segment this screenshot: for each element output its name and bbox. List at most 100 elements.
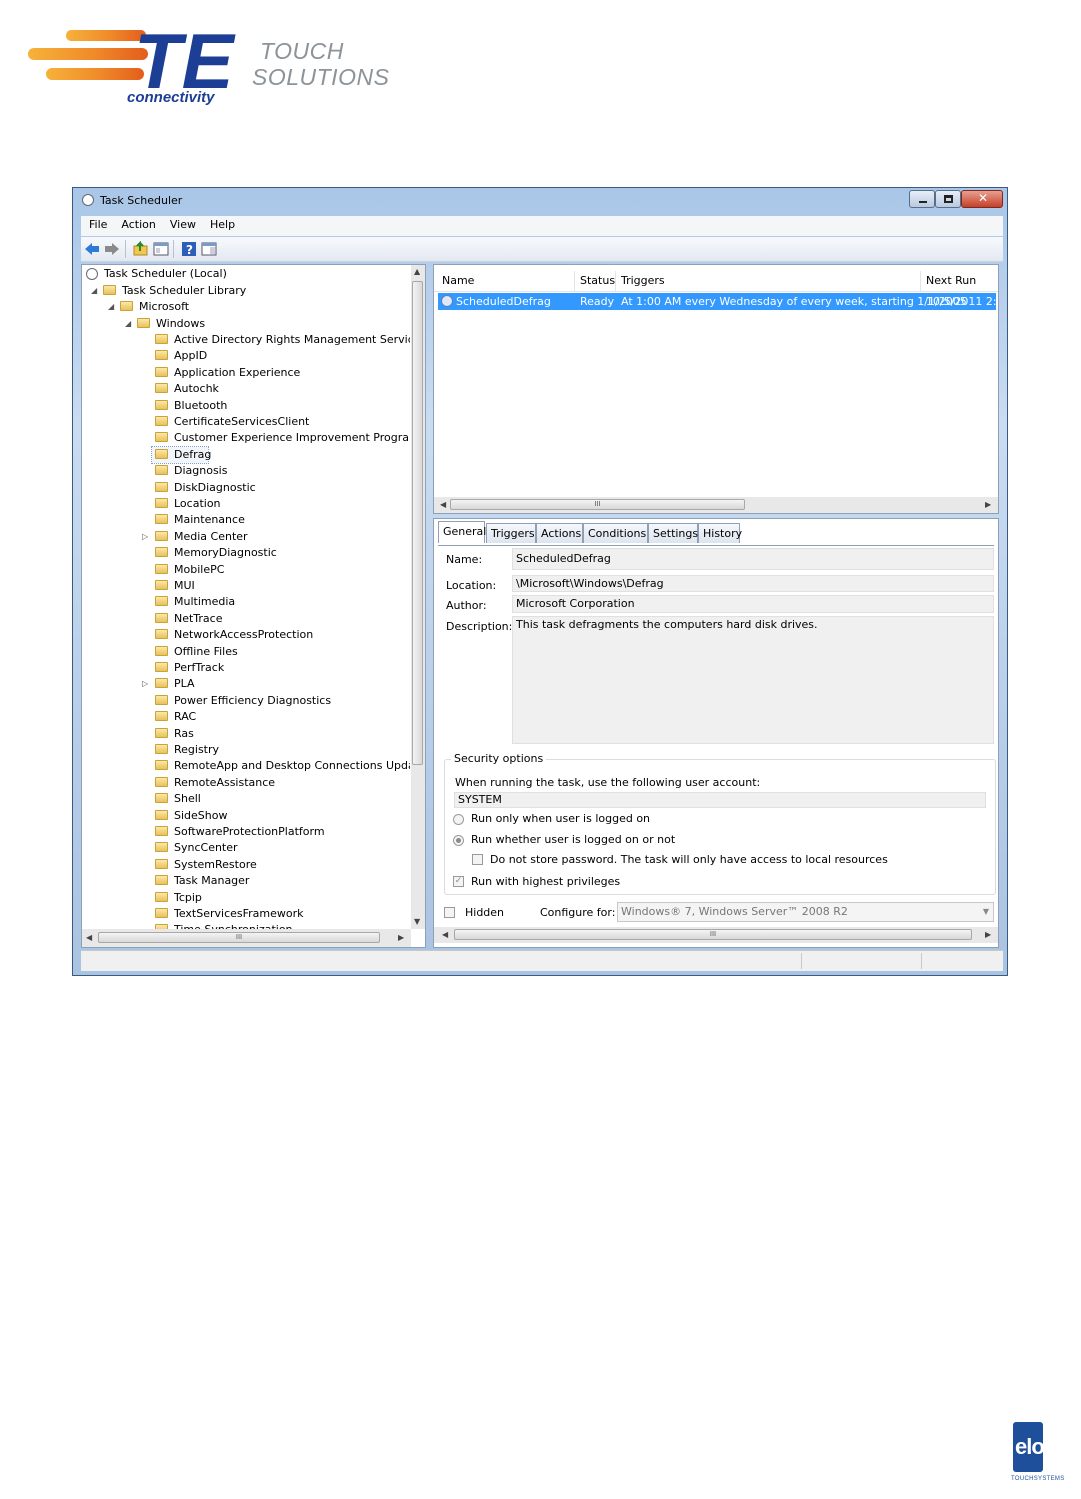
back-arrow-icon[interactable] xyxy=(84,241,100,257)
scroll-thumb[interactable]: III xyxy=(454,929,972,940)
elo-subtitle: TOUCHSYSTEMS xyxy=(1011,1476,1065,1482)
table-row[interactable]: ScheduledDefrag Ready At 1:00 AM every W… xyxy=(438,293,996,310)
task-clock-icon xyxy=(441,295,453,307)
collapse-icon[interactable]: ◢ xyxy=(108,299,114,315)
scroll-right-icon[interactable]: ▶ xyxy=(985,500,991,509)
hidden-checkbox[interactable] xyxy=(444,907,455,918)
task-details-pane: General Triggers Actions Conditions Sett… xyxy=(433,518,999,948)
column-triggers[interactable]: Triggers xyxy=(621,271,665,291)
expand-icon[interactable]: ▷ xyxy=(142,529,148,545)
do-not-store-password-checkbox[interactable] xyxy=(472,854,483,865)
chevron-down-icon[interactable]: ▼ xyxy=(983,905,989,919)
scroll-down-icon[interactable]: ▼ xyxy=(414,917,420,926)
folder-icon xyxy=(155,350,168,361)
task-name: ScheduledDefrag xyxy=(456,295,551,308)
te-connectivity-logo: TE connectivity TOUCH SOLUTIONS xyxy=(26,17,396,116)
elo-logo-mark: elo xyxy=(1013,1422,1045,1472)
maximize-button[interactable] xyxy=(935,190,961,208)
highest-privileges-checkbox[interactable]: ✓ xyxy=(453,876,464,887)
show-action-pane-icon[interactable] xyxy=(201,241,217,257)
name-field[interactable]: ScheduledDefrag xyxy=(512,548,994,570)
tab-strip: General Triggers Actions Conditions Sett… xyxy=(438,521,994,546)
menu-action[interactable]: Action xyxy=(113,216,161,231)
tree-label: CertificateServicesClient xyxy=(174,415,310,428)
tree-label: AppID xyxy=(174,349,208,363)
folder-icon xyxy=(155,744,168,754)
scroll-right-icon[interactable]: ▶ xyxy=(985,930,991,939)
task-list-horizontal-scrollbar[interactable]: ◀ III ▶ xyxy=(434,497,998,513)
scroll-left-icon[interactable]: ◀ xyxy=(442,930,448,939)
task-scheduler-window: Task Scheduler ✕ File Action View Help ? Ta… xyxy=(72,187,1008,976)
folder-icon xyxy=(155,858,168,869)
scroll-thumb[interactable]: III xyxy=(98,932,380,943)
show-hide-console-icon[interactable] xyxy=(153,241,169,257)
svg-text:?: ? xyxy=(186,243,193,257)
clock-icon xyxy=(86,268,98,280)
folder-icon xyxy=(155,366,168,377)
folder-icon xyxy=(155,891,168,902)
forward-arrow-icon[interactable] xyxy=(104,241,120,257)
minimize-button[interactable] xyxy=(909,190,935,208)
expand-icon[interactable]: ▷ xyxy=(142,676,148,692)
connectivity-text: connectivity xyxy=(127,89,215,106)
column-status[interactable]: Status xyxy=(580,271,615,291)
tree-horizontal-scrollbar[interactable]: ◀ III ▶ xyxy=(82,929,411,947)
scroll-thumb[interactable]: III xyxy=(450,499,745,510)
folder-icon xyxy=(120,301,133,311)
scroll-left-icon[interactable]: ◀ xyxy=(86,933,92,942)
folder-icon xyxy=(155,826,168,836)
tree-label: RAC xyxy=(174,710,197,724)
tab-history[interactable]: History xyxy=(698,523,742,543)
tree-label: SideShow xyxy=(174,808,228,822)
tree-view: Task Scheduler (Local) ◢ Task Scheduler … xyxy=(82,265,410,929)
column-name[interactable]: Name xyxy=(442,271,474,291)
tree-label: TextServicesFramework xyxy=(174,907,304,920)
up-folder-icon[interactable] xyxy=(133,241,149,257)
run-only-logged-on-radio[interactable] xyxy=(453,814,464,825)
collapse-icon[interactable]: ◢ xyxy=(91,283,97,299)
tab-conditions[interactable]: Conditions xyxy=(583,523,648,543)
tree-label: Customer Experience Improvement Program xyxy=(174,431,410,445)
folder-icon xyxy=(155,908,168,918)
tree-label: Task Manager xyxy=(174,874,250,888)
scroll-thumb[interactable] xyxy=(412,281,423,765)
tree-label: Media Center xyxy=(174,529,248,543)
details-horizontal-scrollbar[interactable]: ◀ III ▶ xyxy=(434,927,998,943)
tab-general[interactable]: General xyxy=(438,521,486,543)
run-whether-logged-on-radio[interactable] xyxy=(453,835,464,846)
menu-help[interactable]: Help xyxy=(202,216,241,231)
location-field: \Microsoft\Windows\Defrag xyxy=(512,575,994,592)
tab-triggers[interactable]: Triggers xyxy=(486,523,536,543)
toolbar-separator xyxy=(125,240,126,258)
folder-icon xyxy=(155,727,168,738)
folder-icon xyxy=(155,809,168,820)
status-bar xyxy=(81,950,1003,971)
close-button[interactable]: ✕ xyxy=(961,190,1003,208)
security-options-title: Security options xyxy=(451,752,547,765)
scroll-right-icon[interactable]: ▶ xyxy=(398,933,404,942)
scroll-left-icon[interactable]: ◀ xyxy=(440,500,446,509)
menu-view[interactable]: View xyxy=(162,216,202,231)
folder-icon xyxy=(155,465,168,476)
tree-label: Offline Files xyxy=(174,644,238,658)
task-list-header: Name Status Triggers Next Run Time xyxy=(434,271,998,307)
tree-vertical-scrollbar[interactable]: ▲ ▼ xyxy=(411,265,425,929)
tree-label: NetTrace xyxy=(174,611,223,625)
menu-file[interactable]: File xyxy=(81,216,113,231)
task-triggers: At 1:00 AM every Wednesday of every week… xyxy=(621,295,967,308)
collapse-icon[interactable]: ◢ xyxy=(125,316,131,332)
author-field: Microsoft Corporation xyxy=(512,595,994,613)
description-field[interactable]: This task defragments the computers hard… xyxy=(512,616,994,744)
folder-icon xyxy=(155,793,168,804)
tree-label: MUI xyxy=(174,579,195,592)
folder-icon xyxy=(155,596,168,607)
scroll-up-icon[interactable]: ▲ xyxy=(414,267,420,276)
configure-for-select[interactable]: Windows® 7, Windows Server™ 2008 R2 ▼ xyxy=(617,902,994,922)
help-icon[interactable]: ? xyxy=(181,241,197,257)
tree-label: DiskDiagnostic xyxy=(174,480,256,494)
tree-item-folder[interactable]: Defrag xyxy=(151,445,211,464)
folder-icon xyxy=(155,711,168,722)
tab-settings[interactable]: Settings xyxy=(648,523,698,543)
tab-actions[interactable]: Actions xyxy=(536,523,583,543)
folder-icon xyxy=(155,514,168,525)
